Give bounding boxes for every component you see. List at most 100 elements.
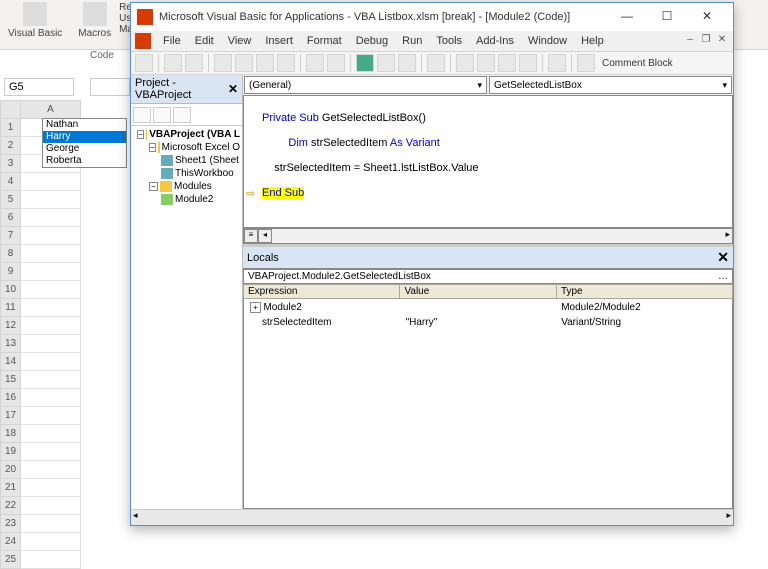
menu-view[interactable]: View	[222, 33, 258, 49]
row-header[interactable]: 23	[1, 515, 21, 533]
insert-button[interactable]	[164, 54, 182, 72]
maximize-button[interactable]: ☐	[647, 5, 687, 29]
cell[interactable]	[21, 515, 81, 533]
row-header[interactable]: 12	[1, 317, 21, 335]
tree-sheet1[interactable]: Sheet1 (Sheet	[133, 154, 240, 167]
cell[interactable]	[21, 335, 81, 353]
doc-close-button[interactable]: ✕	[715, 34, 729, 48]
row-header[interactable]: 13	[1, 335, 21, 353]
list-item[interactable]: Roberta	[43, 155, 126, 167]
formula-bar[interactable]	[90, 78, 130, 96]
menu-tools[interactable]: Tools	[430, 33, 468, 49]
project-tree[interactable]: −VBAProject (VBA L −Microsoft Excel O Sh…	[131, 126, 242, 509]
cell[interactable]	[21, 479, 81, 497]
menu-debug[interactable]: Debug	[350, 33, 394, 49]
help-button[interactable]	[548, 54, 566, 72]
cut-button[interactable]	[214, 54, 232, 72]
row-header[interactable]: 3	[1, 155, 21, 173]
row-header[interactable]: 21	[1, 479, 21, 497]
toolbox-button[interactable]	[519, 54, 537, 72]
locals-col-type[interactable]: Type	[556, 285, 732, 299]
cell[interactable]	[21, 263, 81, 281]
row-header[interactable]: 15	[1, 371, 21, 389]
cell[interactable]	[21, 389, 81, 407]
menu-run[interactable]: Run	[396, 33, 428, 49]
undo-button[interactable]	[306, 54, 324, 72]
locals-stack-button[interactable]: …	[718, 271, 728, 282]
row-header[interactable]: 10	[1, 281, 21, 299]
row-header[interactable]: 2	[1, 137, 21, 155]
row-header[interactable]: 9	[1, 263, 21, 281]
locals-row[interactable]: + Module2 Module2/Module2	[246, 301, 730, 314]
select-all[interactable]	[1, 101, 21, 119]
locals-row[interactable]: strSelectedItem "Harry" Variant/String	[246, 316, 730, 329]
procedure-dropdown[interactable]: GetSelectedListBox	[489, 76, 732, 94]
cell[interactable]	[21, 443, 81, 461]
row-header[interactable]: 17	[1, 407, 21, 425]
menu-file[interactable]: File	[157, 33, 187, 49]
tree-project[interactable]: −VBAProject (VBA L	[133, 128, 240, 141]
cell[interactable]	[21, 353, 81, 371]
view-excel-button[interactable]	[135, 54, 153, 72]
cell[interactable]	[21, 173, 81, 191]
expand-icon[interactable]: +	[250, 302, 261, 313]
tree-workbook[interactable]: ThisWorkboo	[133, 167, 240, 180]
full-view-button[interactable]: ◂	[258, 229, 272, 243]
cell[interactable]	[21, 461, 81, 479]
locals-body[interactable]: + Module2 Module2/Module2 strSelectedIte…	[243, 299, 733, 509]
procedure-view-button[interactable]: ≡	[244, 229, 258, 243]
reset-button[interactable]	[398, 54, 416, 72]
row-header[interactable]: 7	[1, 227, 21, 245]
cell[interactable]	[21, 425, 81, 443]
list-item[interactable]: George	[43, 143, 126, 155]
pane-close-icon[interactable]: ✕	[228, 82, 238, 96]
tree-module2[interactable]: Module2	[133, 193, 240, 206]
cell[interactable]	[21, 317, 81, 335]
cell[interactable]	[21, 227, 81, 245]
object-dropdown[interactable]: (General)	[244, 76, 487, 94]
redo-button[interactable]	[327, 54, 345, 72]
cell[interactable]	[21, 533, 81, 551]
row-header[interactable]: 14	[1, 353, 21, 371]
menu-help[interactable]: Help	[575, 33, 610, 49]
row-header[interactable]: 22	[1, 497, 21, 515]
worksheet-listbox[interactable]: Nathan Harry George Roberta	[42, 118, 127, 168]
tree-modules[interactable]: −Modules	[133, 180, 240, 193]
object-browser-button[interactable]	[498, 54, 516, 72]
code-editor[interactable]: Private Sub GetSelectedListBox() Dim str…	[243, 95, 733, 228]
close-button[interactable]: ✕	[687, 5, 727, 29]
cell[interactable]	[21, 299, 81, 317]
excel-icon[interactable]	[135, 33, 151, 49]
paste-button[interactable]	[256, 54, 274, 72]
horizontal-scrollbar[interactable]	[131, 509, 733, 525]
menu-insert[interactable]: Insert	[259, 33, 299, 49]
row-header[interactable]: 4	[1, 173, 21, 191]
macros-button[interactable]: Macros	[70, 0, 119, 49]
titlebar[interactable]: Microsoft Visual Basic for Applications …	[131, 3, 733, 31]
list-item[interactable]: Harry	[43, 131, 126, 143]
row-header[interactable]: 1	[1, 119, 21, 137]
minimize-button[interactable]: —	[607, 5, 647, 29]
row-header[interactable]: 18	[1, 425, 21, 443]
view-object-button[interactable]	[153, 107, 171, 123]
find-button[interactable]	[277, 54, 295, 72]
menu-edit[interactable]: Edit	[189, 33, 220, 49]
copy-button[interactable]	[235, 54, 253, 72]
row-header[interactable]: 11	[1, 299, 21, 317]
locals-close-icon[interactable]: ✕	[717, 249, 729, 266]
design-mode-button[interactable]	[427, 54, 445, 72]
name-box[interactable]	[4, 78, 74, 96]
cell[interactable]	[21, 245, 81, 263]
menu-window[interactable]: Window	[522, 33, 573, 49]
locals-col-value[interactable]: Value	[400, 285, 556, 299]
properties-button[interactable]	[477, 54, 495, 72]
row-header[interactable]: 20	[1, 461, 21, 479]
view-code-button[interactable]	[133, 107, 151, 123]
list-item[interactable]: Nathan	[43, 119, 126, 131]
cell[interactable]	[21, 281, 81, 299]
cell[interactable]	[21, 407, 81, 425]
toggle-folders-button[interactable]	[173, 107, 191, 123]
cell[interactable]	[21, 191, 81, 209]
break-button[interactable]	[377, 54, 395, 72]
project-explorer-button[interactable]	[456, 54, 474, 72]
